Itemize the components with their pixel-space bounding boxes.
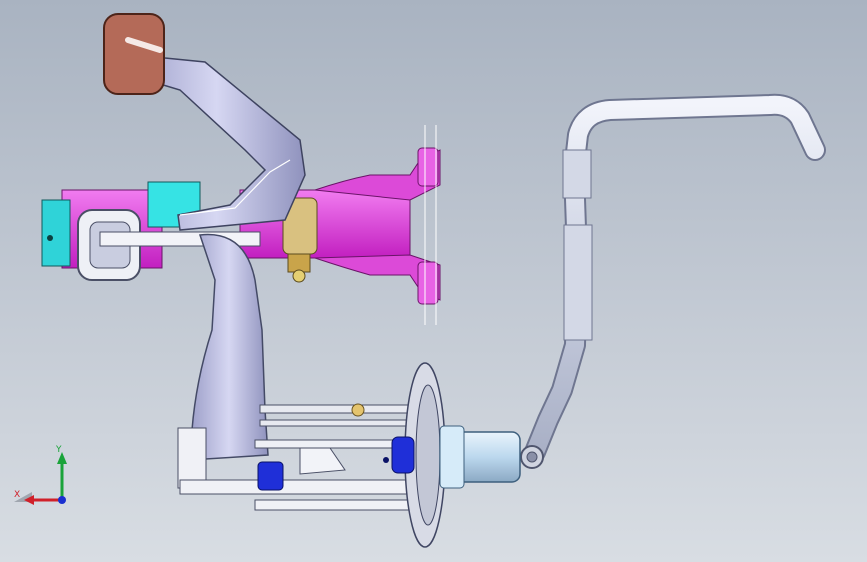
x-axis-label: X <box>14 490 20 500</box>
lower-arm[interactable] <box>189 233 269 461</box>
master-cylinder[interactable] <box>439 425 521 489</box>
y-axis-label: Y <box>55 445 62 455</box>
pedal-pad[interactable] <box>103 13 165 95</box>
axis-triad: Y X <box>14 445 67 505</box>
z-axis-dot-icon <box>58 496 66 504</box>
hose-tube[interactable] <box>520 93 826 469</box>
cad-viewport[interactable]: Y X <box>0 0 867 562</box>
pedal-assembly-model[interactable] <box>0 0 867 562</box>
